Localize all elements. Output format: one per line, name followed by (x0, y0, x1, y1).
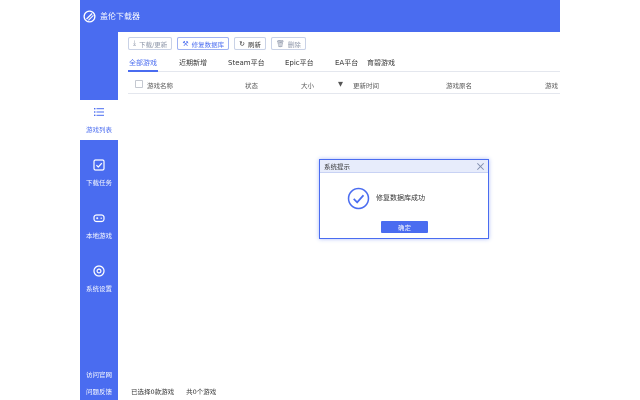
tab-ubisoft[interactable]: 育碧游戏 (367, 58, 395, 68)
repair-database-label: 修复数据库 (191, 40, 225, 49)
success-check-icon (347, 187, 370, 210)
wrench-icon: ⚒ (182, 39, 189, 48)
refresh-button[interactable]: ↻ 刷新 (234, 37, 266, 50)
delete-button[interactable]: 🗑 删除 (270, 37, 306, 50)
tab-epic[interactable]: Epic平台 (285, 58, 314, 68)
sidebar-item-local-games[interactable]: 本地游戏 (80, 206, 118, 246)
app-title: 盖伦下载器 (100, 11, 140, 21)
repair-database-button[interactable]: ⚒ 修复数据库 (177, 37, 230, 50)
sidebar-item-label: 游戏列表 (86, 126, 112, 134)
tab-recently-added[interactable]: 近期新增 (179, 58, 207, 68)
sidebar-item-download-tasks[interactable]: 下载任务 (80, 153, 118, 193)
total-count: 共0个游戏 (186, 388, 217, 396)
column-size[interactable]: 大小 (301, 80, 314, 90)
list-icon (94, 108, 104, 116)
dialog-message: 修复数据库成功 (376, 194, 425, 202)
delete-label: 删除 (287, 40, 301, 49)
logo-icon (83, 9, 96, 23)
column-game-name[interactable]: 游戏名称 (147, 80, 173, 90)
settings-icon (93, 265, 105, 277)
column-status[interactable]: 状态 (245, 80, 258, 90)
download-update-button[interactable]: ⤓ 下载/更新 (128, 37, 173, 50)
download-icon: ⤓ (133, 39, 137, 47)
trash-icon: 🗑 (275, 39, 285, 48)
feedback-link[interactable]: 问题反馈 (80, 386, 118, 396)
sort-indicator-icon[interactable]: ▼ (338, 80, 343, 88)
tab-steam[interactable]: Steam平台 (228, 58, 265, 68)
checkbox-icon (93, 159, 105, 171)
refresh-label: 刷新 (247, 40, 261, 49)
system-message-dialog: 系统提示 修复数据库成功 确定 (319, 159, 489, 239)
column-game-extra[interactable]: 游戏 (545, 80, 558, 90)
sidebar-item-label: 系统设置 (86, 285, 112, 293)
select-all-checkbox[interactable] (135, 80, 143, 88)
tab-ea[interactable]: EA平台 (335, 58, 358, 68)
sidebar-item-game-list[interactable]: 游戏列表 (80, 100, 118, 140)
sidebar-item-system-settings[interactable]: 系统设置 (80, 259, 118, 299)
dialog-header: 系统提示 (320, 160, 488, 173)
tab-all-games[interactable]: 全部游戏 (129, 58, 157, 68)
visit-website-link[interactable]: 访问官网 (80, 369, 118, 379)
selected-count: 已选择0款游戏 (131, 388, 175, 396)
column-original-name[interactable]: 游戏原名 (446, 80, 472, 90)
dialog-title: 系统提示 (324, 163, 350, 171)
close-icon[interactable] (476, 162, 485, 171)
refresh-icon: ↻ (239, 39, 245, 48)
gamepad-icon (93, 214, 105, 223)
app-logo: 盖伦下载器 (80, 0, 160, 32)
sidebar-item-label: 本地游戏 (86, 232, 112, 240)
sidebar-item-label: 下载任务 (86, 179, 112, 187)
confirm-button[interactable]: 确定 (381, 221, 428, 233)
status-footer: 已选择0款游戏 共0个游戏 (131, 386, 216, 396)
table-header: 游戏名称 状态 大小 ▼ 更新时间 游戏原名 游戏 (128, 76, 560, 94)
toolbar: ⤓ 下载/更新 ⚒ 修复数据库 ↻ 刷新 🗑 删除 (128, 37, 306, 50)
download-update-label: 下载/更新 (139, 40, 168, 49)
active-tab-indicator (128, 70, 158, 72)
column-update-time[interactable]: 更新时间 (353, 80, 379, 90)
